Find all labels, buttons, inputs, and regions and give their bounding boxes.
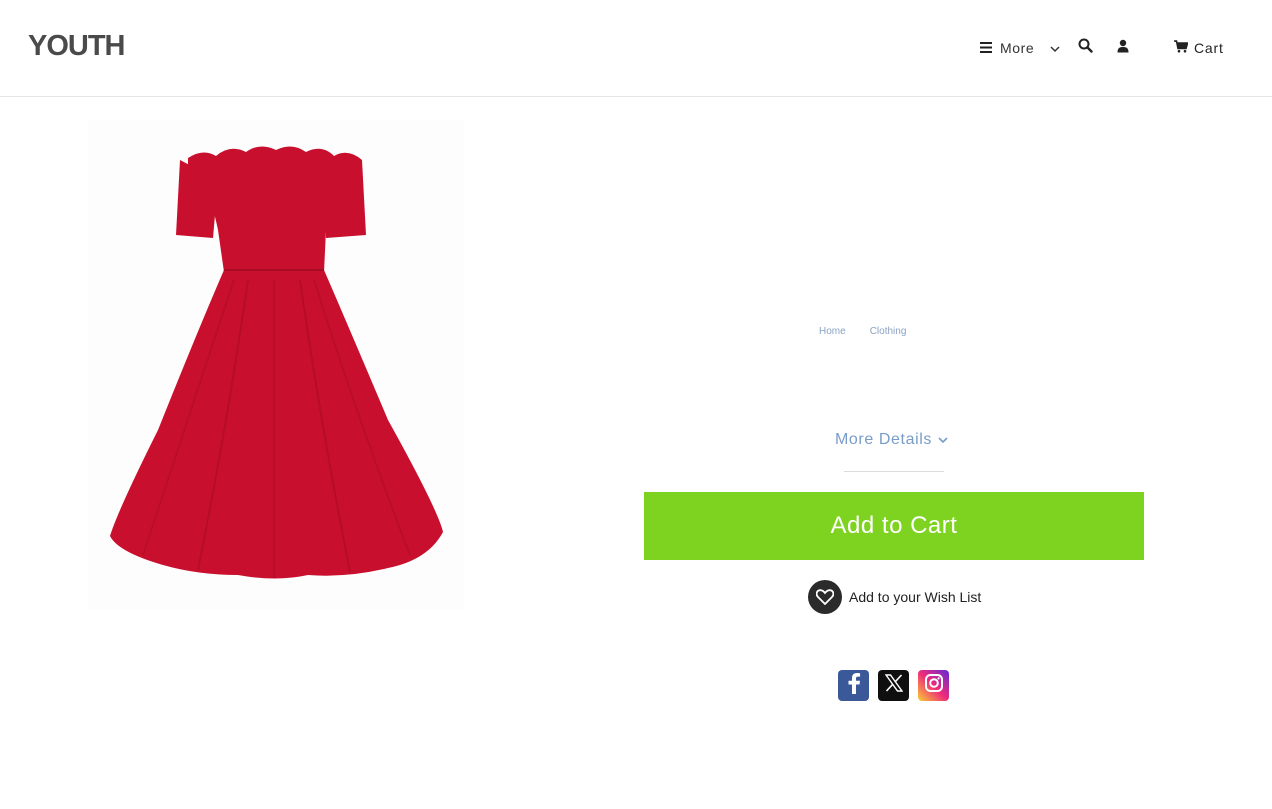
search-icon [1078, 38, 1093, 58]
facebook-icon [847, 672, 861, 699]
cart-icon [1174, 40, 1189, 56]
add-to-cart-button[interactable]: Add to Cart [644, 492, 1144, 560]
breadcrumb-home[interactable]: Home [819, 326, 846, 337]
chevron-down-icon [938, 431, 948, 449]
search-button[interactable] [1078, 38, 1093, 58]
product-image[interactable] [88, 120, 464, 610]
cart-label: Cart [1194, 40, 1224, 56]
more-details-label: More Details [835, 431, 933, 448]
facebook-share-button[interactable] [838, 670, 869, 701]
cart-link[interactable]: Cart [1174, 38, 1224, 58]
chevron-down-icon [1050, 40, 1060, 56]
hamburger-icon [980, 40, 992, 56]
user-icon [1117, 39, 1129, 58]
x-share-button[interactable] [878, 670, 909, 701]
add-to-wishlist-button[interactable]: Add to your Wish List [808, 580, 981, 614]
instagram-icon [924, 673, 944, 698]
wishlist-label: Add to your Wish List [849, 589, 982, 605]
breadcrumb: Home Clothing [819, 326, 906, 337]
nav-more-label: More [1000, 40, 1035, 56]
dress-illustration [110, 146, 443, 579]
heart-icon [808, 580, 842, 614]
breadcrumb-clothing[interactable]: Clothing [870, 326, 907, 337]
account-button[interactable] [1117, 38, 1129, 58]
site-header: YOUTH More Cart [0, 0, 1272, 97]
x-icon [884, 674, 903, 697]
more-details-toggle[interactable]: More Details [835, 431, 948, 449]
nav-more-menu[interactable]: More [980, 38, 1060, 58]
instagram-share-button[interactable] [918, 670, 949, 701]
divider [844, 471, 944, 472]
site-logo[interactable]: YOUTH [28, 30, 125, 62]
